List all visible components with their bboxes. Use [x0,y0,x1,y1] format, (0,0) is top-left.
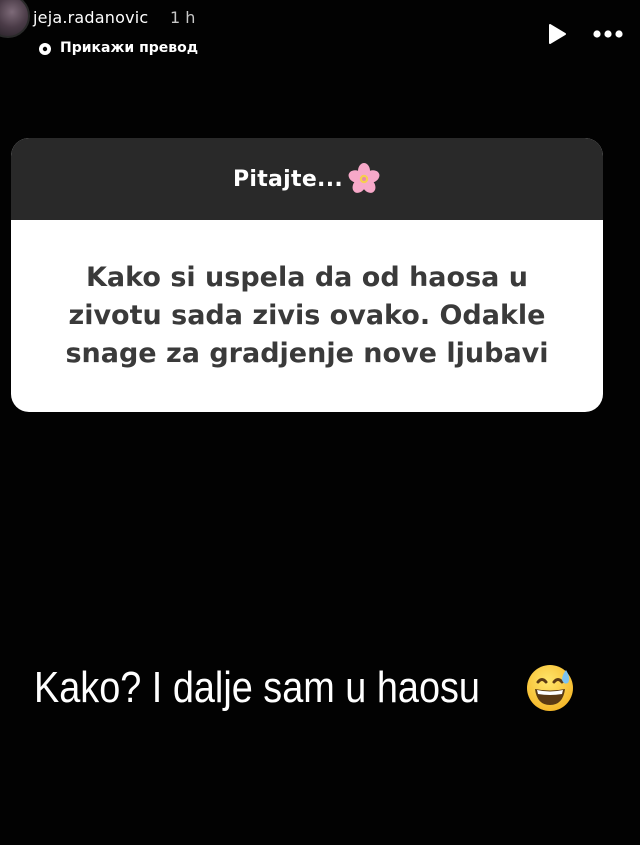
play-icon [549,24,566,44]
question-text: Kako si uspela da od haosa u zivotu sada… [65,262,549,369]
grinning-sweat-icon [527,665,573,711]
question-sticker-body: Kako si uspela da od haosa u zivotu sada… [11,220,603,412]
translate-link[interactable]: Прикажи превод [38,38,198,58]
more-horizontal-icon [593,30,623,38]
question-sticker[interactable]: Pitajte... Kako si uspela da od haosa u … [11,138,603,412]
more-options-button[interactable] [590,22,626,46]
cherry-blossom-icon [348,163,380,193]
answer-text: Kako? I dalje sam u haosu [34,663,480,712]
question-sticker-header: Pitajte... [11,138,603,220]
question-sticker-title: Pitajte... [232,166,344,192]
story-viewer[interactable]: jeja.radanovic 1 h Прикажи превод Pitajt… [0,0,640,845]
story-header: jeja.radanovic 1 h Прикажи превод [0,0,640,64]
avatar[interactable] [0,0,30,38]
play-button[interactable] [544,22,568,46]
username-link[interactable]: jeja.radanovic [33,8,148,27]
translate-icon [38,41,52,55]
translate-label: Прикажи превод [60,40,199,56]
answer-caption: Kako? I dalje sam u haosu [34,662,576,714]
timestamp: 1 h [170,8,196,27]
